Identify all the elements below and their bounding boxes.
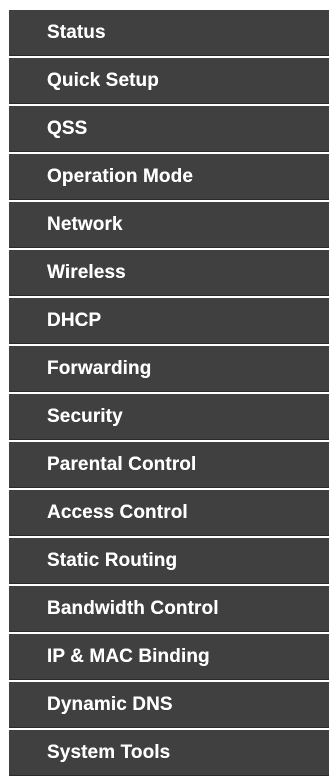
menu-item-label: IP & MAC Binding xyxy=(47,646,210,667)
menu-item-status[interactable]: Status xyxy=(9,10,329,56)
menu-item-label: DHCP xyxy=(47,310,102,331)
menu-item-label: System Tools xyxy=(47,742,171,763)
menu-item-dynamic-dns[interactable]: Dynamic DNS xyxy=(9,682,329,728)
menu-item-label: Status xyxy=(47,22,106,43)
menu-item-label: Quick Setup xyxy=(47,70,159,91)
side-menu: Status Quick Setup QSS Operation Mode Ne… xyxy=(8,10,329,776)
menu-item-system-tools[interactable]: System Tools xyxy=(9,730,329,776)
menu-item-operation-mode[interactable]: Operation Mode xyxy=(9,154,329,200)
menu-item-label: Network xyxy=(47,214,123,235)
menu-item-label: Operation Mode xyxy=(47,166,194,187)
menu-item-label: Static Routing xyxy=(47,550,178,571)
menu-item-label: Dynamic DNS xyxy=(47,694,173,715)
menu-item-dhcp[interactable]: DHCP xyxy=(9,298,329,344)
menu-item-parental-control[interactable]: Parental Control xyxy=(9,442,329,488)
menu-item-forwarding[interactable]: Forwarding xyxy=(9,346,329,392)
menu-item-label: Parental Control xyxy=(47,454,197,475)
menu-item-access-control[interactable]: Access Control xyxy=(9,490,329,536)
menu-item-label: Access Control xyxy=(47,502,188,523)
menu-item-label: QSS xyxy=(47,118,88,139)
menu-item-label: Bandwidth Control xyxy=(47,598,219,619)
menu-item-static-routing[interactable]: Static Routing xyxy=(9,538,329,584)
menu-item-security[interactable]: Security xyxy=(9,394,329,440)
menu-item-qss[interactable]: QSS xyxy=(9,106,329,152)
menu-item-ip-mac-binding[interactable]: IP & MAC Binding xyxy=(9,634,329,680)
menu-item-network[interactable]: Network xyxy=(9,202,329,248)
menu-item-label: Security xyxy=(47,406,123,427)
menu-item-label: Wireless xyxy=(47,262,126,283)
menu-item-quick-setup[interactable]: Quick Setup xyxy=(9,58,329,104)
menu-item-wireless[interactable]: Wireless xyxy=(9,250,329,296)
menu-item-bandwidth-control[interactable]: Bandwidth Control xyxy=(9,586,329,632)
menu-item-label: Forwarding xyxy=(47,358,152,379)
